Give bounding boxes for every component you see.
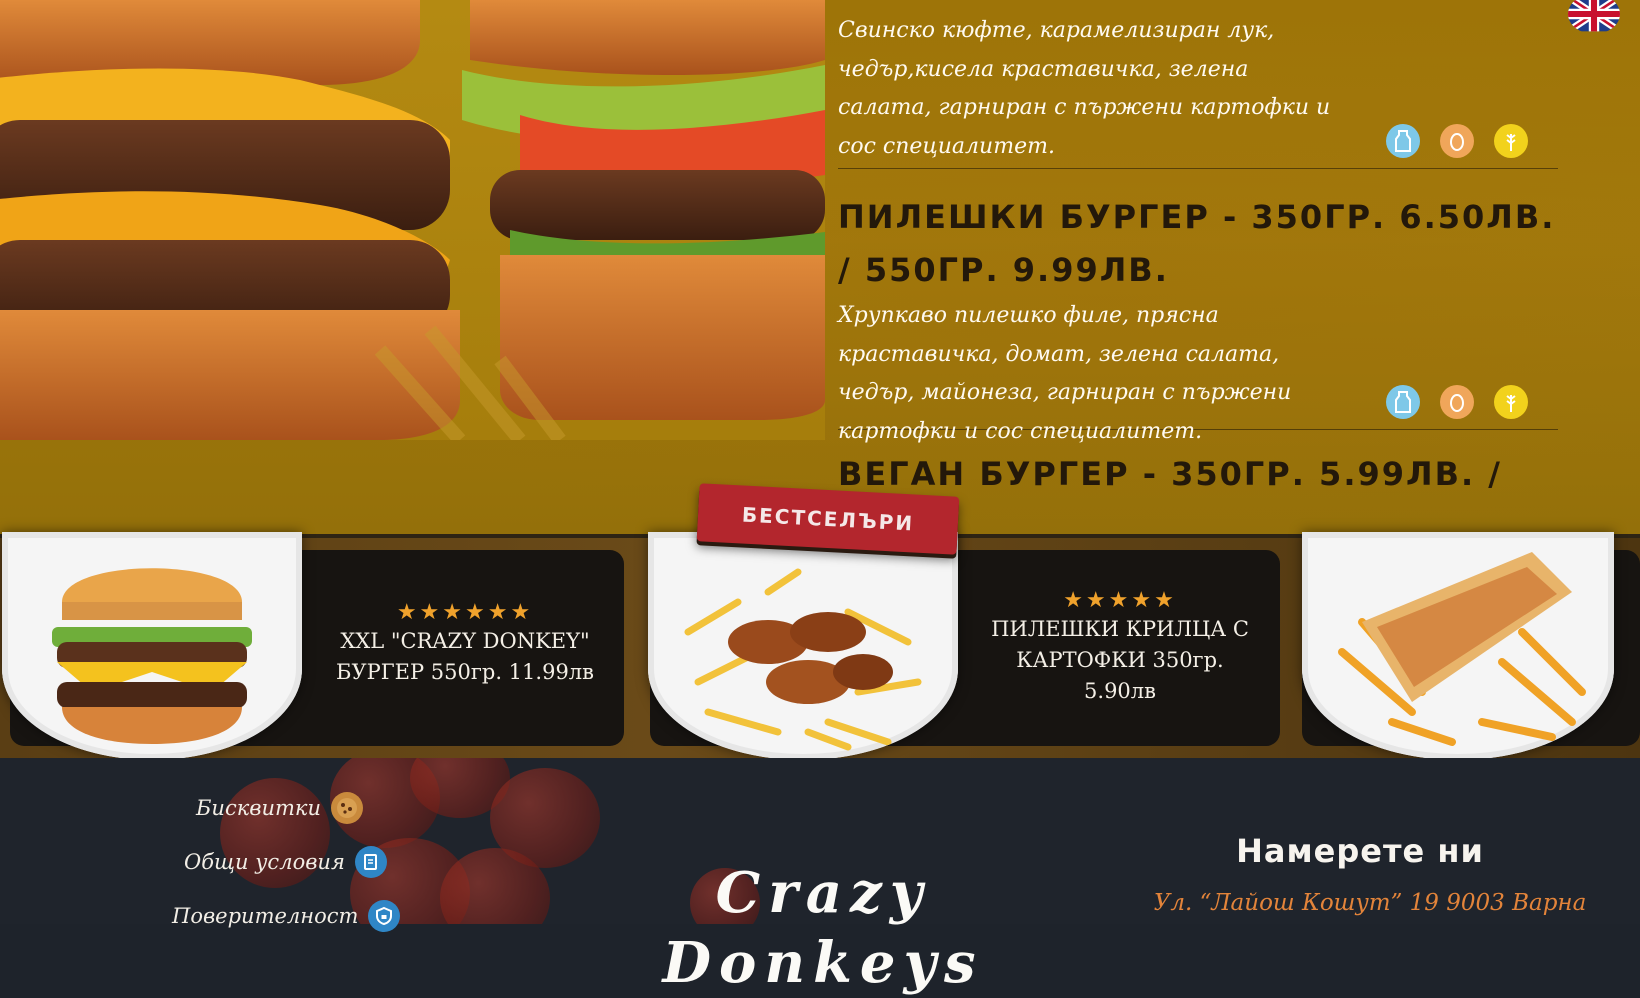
address-link[interactable]: Ул. “Лайош Кошут” 19 9003 Варна [1150, 890, 1590, 916]
bestseller-name: XXL "CRAZY DONKEY" БУРГЕР 550гр. 11.99лв [336, 629, 594, 684]
language-switch-uk-flag-icon[interactable] [1568, 0, 1620, 34]
footer-link-label: Бисквитки [196, 796, 321, 820]
egg-icon [1440, 124, 1474, 158]
bestseller-image-sandwich[interactable] [1302, 532, 1614, 760]
find-us-title: Намерете ни [1236, 832, 1484, 870]
milk-icon [1386, 385, 1420, 419]
menu-item: ВЕГАН БУРГЕР - 350ГР. 5.99ЛВ. / [838, 430, 1558, 501]
document-icon [354, 846, 387, 878]
wheat-icon [1494, 385, 1528, 419]
menu-list: Свинско кюфте, карамелизиран лук, чедър,… [838, 0, 1558, 501]
menu-item-description: Свинско кюфте, карамелизиран лук, чедър,… [838, 18, 1331, 159]
lock-shield-icon [368, 900, 401, 932]
footer-link-terms[interactable]: Общи условия [184, 846, 387, 878]
footer-link-privacy[interactable]: Поверителност [172, 900, 401, 932]
bestseller-name: ПИЛЕШКИ КРИЛЦА С КАРТОФКИ 350гр. 5.90лв [991, 617, 1249, 703]
footer-link-cookies[interactable]: Бисквитки [196, 792, 363, 824]
milk-icon [1386, 124, 1420, 158]
allergen-icons [1386, 385, 1528, 419]
burger-photo [0, 0, 825, 440]
menu-section: Свинско кюфте, карамелизиран лук, чедър,… [0, 0, 1640, 536]
bestseller-image-burger[interactable] [2, 532, 302, 760]
allergen-icons [1386, 124, 1528, 158]
burger-illustration [0, 0, 825, 440]
menu-item: ПИЛЕШКИ БУРГЕР - 350ГР. 6.50ЛВ. / 550ГР.… [838, 169, 1558, 444]
bestseller-image-wings[interactable] [648, 532, 958, 760]
cookie-icon [331, 792, 363, 824]
footer-link-label: Общи условия [184, 850, 345, 874]
wheat-icon [1494, 124, 1528, 158]
rating-stars: ★★★★★ [1063, 588, 1177, 613]
bestseller-info: ★★★★★★ XXL "CRAZY DONKEY" БУРГЕР 550гр. … [330, 600, 600, 688]
menu-item-title: ВЕГАН БУРГЕР - 350ГР. 5.99ЛВ. / [838, 455, 1502, 493]
menu-item: Свинско кюфте, карамелизиран лук, чедър,… [838, 0, 1558, 169]
rating-stars: ★★★★★★ [396, 600, 534, 625]
brand-logo-text: Crazy Donkeys [662, 860, 984, 996]
menu-item-title: ПИЛЕШКИ БУРГЕР - 350ГР. 6.50ЛВ. / 550ГР.… [838, 198, 1556, 289]
egg-icon [1440, 385, 1474, 419]
bestseller-info: ★★★★★ ПИЛЕШКИ КРИЛЦА С КАРТОФКИ 350гр. 5… [980, 588, 1260, 707]
footer-link-label: Поверителност [172, 904, 359, 928]
